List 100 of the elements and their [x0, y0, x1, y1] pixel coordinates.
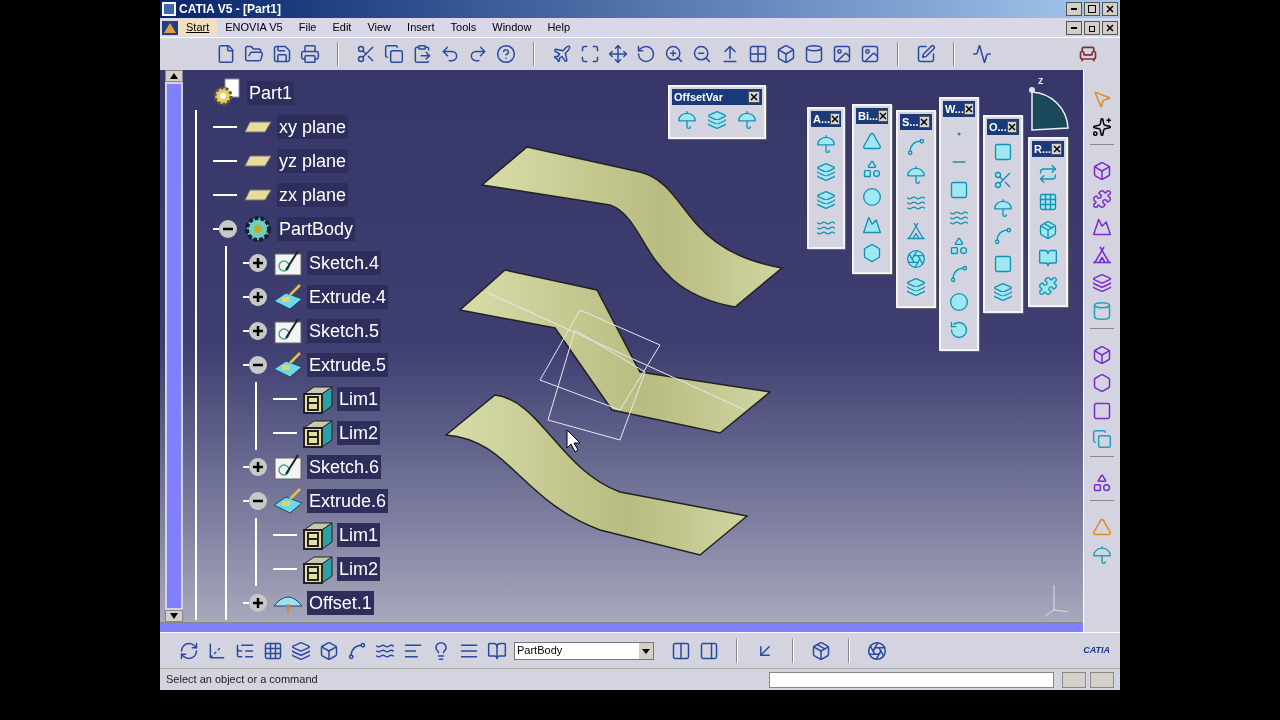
status-message: Select an object or a command: [166, 672, 318, 688]
zoom-out-icon[interactable]: [691, 43, 713, 65]
layers-icon[interactable]: [814, 161, 838, 183]
close-button[interactable]: [748, 91, 760, 103]
toolbar-title: S...: [902, 115, 919, 129]
scrollbar-thumb[interactable]: [167, 84, 181, 608]
shapes-icon[interactable]: [1091, 472, 1113, 494]
image-icon[interactable]: [831, 43, 853, 65]
tent-icon[interactable]: [904, 220, 928, 242]
tree-item-label[interactable]: zx plane: [277, 183, 349, 207]
copy-icon[interactable]: [383, 43, 405, 65]
menu-item[interactable]: Start: [178, 19, 218, 36]
image-icon[interactable]: [859, 43, 881, 65]
views-icon[interactable]: [747, 43, 769, 65]
expand-toggle[interactable]: [249, 594, 267, 612]
tree-item-label[interactable]: Lim2: [337, 557, 380, 581]
cylinder-icon[interactable]: [803, 43, 825, 65]
menu-item[interactable]: Insert: [399, 19, 443, 36]
scroll-down-button[interactable]: [165, 610, 183, 622]
tree-item-label[interactable]: Sketch.5: [307, 319, 382, 343]
square-icon[interactable]: [1091, 400, 1113, 422]
mountain-icon[interactable]: [860, 214, 884, 236]
layers-icon[interactable]: [991, 281, 1015, 303]
menu-item[interactable]: ENOVIA V5: [217, 19, 291, 36]
menu-item[interactable]: Tools: [442, 19, 485, 36]
pad-icon[interactable]: [1091, 160, 1113, 182]
expand-toggle[interactable]: [249, 458, 267, 476]
solid-icon[interactable]: [1091, 216, 1113, 238]
menu-item[interactable]: View: [359, 19, 400, 36]
layers-icon[interactable]: [1091, 272, 1113, 294]
tree-item-label[interactable]: Extrude.4: [307, 285, 389, 309]
layers-icon[interactable]: [814, 189, 838, 211]
tree-item-label[interactable]: Lim2: [337, 421, 380, 445]
close-icon: [879, 112, 888, 120]
layers-icon[interactable]: [705, 109, 729, 131]
rotate-icon[interactable]: [635, 43, 657, 65]
limit-icon: [302, 418, 334, 448]
close-button[interactable]: [830, 113, 841, 125]
tree-item-label[interactable]: Part1: [247, 81, 295, 105]
menu-item[interactable]: File: [290, 19, 325, 36]
tree-item-label[interactable]: Lim1: [337, 523, 380, 547]
printer-icon[interactable]: [299, 43, 321, 65]
expand-toggle[interactable]: [249, 288, 267, 306]
tree-item-label[interactable]: Extrude.5: [307, 353, 389, 377]
collapse-toggle[interactable]: [219, 220, 237, 238]
tree-item-label[interactable]: PartBody: [277, 217, 356, 241]
pan-icon[interactable]: [607, 43, 629, 65]
expand-toggle[interactable]: [249, 322, 267, 340]
close-button[interactable]: [1102, 2, 1118, 16]
close-button[interactable]: [963, 103, 974, 115]
close-button[interactable]: [918, 116, 930, 128]
horizontal-scrollbar[interactable]: [160, 622, 1083, 632]
command-input[interactable]: [769, 671, 1054, 688]
maximize-button[interactable]: [1084, 2, 1100, 16]
toolbar-title: OffsetVar: [674, 90, 723, 104]
sketch-icon[interactable]: [915, 43, 937, 65]
collapse-toggle[interactable]: [249, 356, 267, 374]
triangle-icon[interactable]: [860, 130, 884, 152]
restore-button[interactable]: [1084, 20, 1100, 35]
layers-icon[interactable]: [904, 276, 928, 298]
zoom-in-icon[interactable]: [663, 43, 685, 65]
tree-item-label[interactable]: yz plane: [277, 149, 349, 173]
save-icon[interactable]: [271, 43, 293, 65]
body-select[interactable]: PartBody: [514, 641, 654, 660]
cube-icon[interactable]: [318, 639, 340, 662]
groove-icon[interactable]: [1091, 244, 1113, 266]
tree-item-label[interactable]: xy plane: [277, 115, 349, 139]
fit-all-icon[interactable]: [579, 43, 601, 65]
puzzle-icon[interactable]: [1091, 188, 1113, 210]
expand-toggle[interactable]: [249, 254, 267, 272]
tree-item-label[interactable]: Offset.1: [307, 591, 374, 615]
puzzle-icon[interactable]: [1036, 275, 1060, 297]
collapse-toggle[interactable]: [249, 492, 267, 510]
sparkle-icon[interactable]: [1091, 116, 1113, 138]
close-button[interactable]: [1102, 20, 1118, 35]
menu-item[interactable]: Help: [539, 19, 579, 36]
book-icon[interactable]: [1036, 247, 1060, 269]
minimize-button[interactable]: [1066, 20, 1082, 35]
aperture-icon[interactable]: [866, 639, 888, 662]
close-button[interactable]: [878, 110, 889, 122]
package-icon[interactable]: [810, 639, 832, 662]
minimize-button[interactable]: [1066, 2, 1082, 16]
close-button[interactable]: [1006, 121, 1017, 133]
tree-item-label[interactable]: Lim1: [337, 387, 380, 411]
sketch-icon: [274, 318, 302, 344]
layers-icon[interactable]: [290, 639, 312, 662]
menu-item[interactable]: Edit: [324, 19, 360, 36]
tree-item-label[interactable]: Sketch.4: [307, 251, 382, 275]
menu-item[interactable]: Window: [484, 19, 540, 36]
curve-icon[interactable]: [971, 43, 993, 65]
tree-item-label[interactable]: Extrude.6: [307, 489, 389, 513]
help-icon[interactable]: [495, 43, 517, 65]
scroll-up-button[interactable]: [165, 70, 183, 82]
cube-icon[interactable]: [1091, 344, 1113, 366]
tree-item-label[interactable]: Sketch.6: [307, 455, 382, 479]
close-button[interactable]: [1051, 143, 1062, 155]
cube-icon[interactable]: [775, 43, 797, 65]
hexagon-icon[interactable]: [1091, 372, 1113, 394]
aperture-icon[interactable]: [904, 248, 928, 270]
gear-icon: [243, 214, 273, 244]
